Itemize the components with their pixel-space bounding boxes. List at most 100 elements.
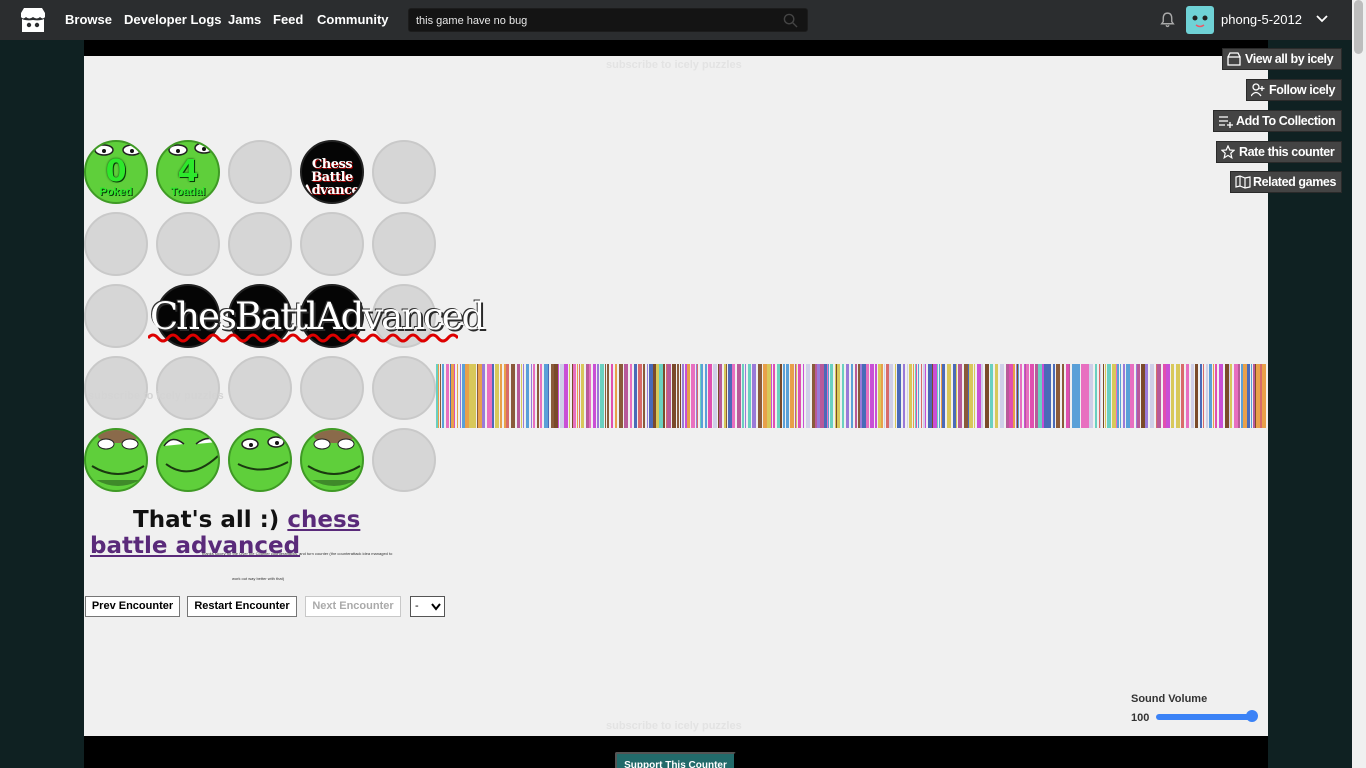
encounter-select-value: - — [415, 600, 419, 612]
stripe — [1251, 364, 1252, 428]
chevron-down-icon[interactable] — [1315, 12, 1329, 26]
stripe — [572, 364, 573, 428]
game-canvas[interactable]: subscribe to icely puzzles 0 Poked 4 Toa… — [84, 56, 1268, 736]
stripe — [895, 364, 896, 428]
stripe — [1116, 364, 1117, 428]
empty-slot[interactable] — [228, 140, 292, 204]
stripe — [600, 364, 604, 428]
stripe — [589, 364, 591, 428]
sound-volume-slider-thumb[interactable] — [1246, 710, 1258, 722]
empty-slot[interactable] — [84, 356, 148, 420]
stripe — [490, 364, 492, 428]
stripe — [1017, 364, 1018, 428]
rate-label: Rate this counter — [1239, 145, 1335, 159]
nav-browse-link[interactable]: Browse — [65, 12, 112, 27]
stripe — [523, 364, 524, 428]
stripe — [507, 364, 509, 428]
avatar-face-icon — [1192, 15, 1208, 28]
frog-face-slot[interactable] — [156, 428, 220, 492]
empty-slot[interactable] — [372, 140, 436, 204]
stripe — [1241, 364, 1243, 428]
rate-this-counter-button[interactable]: Rate this counter — [1216, 141, 1342, 163]
nav-feed-link[interactable]: Feed — [273, 12, 303, 27]
bell-icon[interactable] — [1159, 11, 1176, 28]
stripe — [1230, 364, 1232, 428]
empty-slot[interactable] — [156, 212, 220, 276]
restart-encounter-button[interactable]: Restart Encounter — [187, 596, 297, 617]
counter-poked[interactable]: 0 Poked — [84, 140, 148, 204]
add-to-collection-button[interactable]: Add To Collection — [1213, 110, 1342, 132]
stripe — [597, 364, 599, 428]
prev-encounter-button[interactable]: Prev Encounter — [85, 596, 180, 617]
nav-developer-logs-link[interactable]: Developer Logs — [124, 12, 222, 27]
stripe — [551, 364, 554, 428]
empty-slot[interactable] — [300, 212, 364, 276]
next-encounter-button[interactable]: Next Encounter — [305, 596, 401, 617]
avatar[interactable] — [1186, 6, 1214, 34]
empty-slot[interactable] — [228, 356, 292, 420]
counter-toadal[interactable]: 4 Toadal — [156, 140, 220, 204]
nav-jams-link[interactable]: Jams — [228, 12, 261, 27]
empty-slot[interactable] — [372, 356, 436, 420]
empty-slot[interactable] — [372, 428, 436, 492]
stripe — [1238, 364, 1240, 428]
view-all-by-icely-button[interactable]: View all by icely — [1222, 48, 1342, 70]
empty-slot[interactable] — [372, 212, 436, 276]
stripe — [705, 364, 707, 428]
frog-face-slot[interactable] — [84, 428, 148, 492]
search-input[interactable] — [416, 12, 776, 29]
stripe — [1026, 364, 1029, 428]
stripe — [1076, 364, 1080, 428]
stripe — [1107, 364, 1111, 428]
page-scrollbar-thumb[interactable] — [1354, 0, 1363, 54]
stripe — [777, 364, 780, 428]
stripe — [1120, 364, 1121, 428]
stripe — [465, 364, 469, 428]
stripe — [1016, 364, 1017, 428]
follow-icely-button[interactable]: Follow icely — [1246, 79, 1342, 101]
stripe — [558, 364, 559, 428]
stripe — [933, 364, 937, 428]
stripe — [1166, 364, 1170, 428]
sound-volume-slider-track[interactable] — [1156, 714, 1252, 720]
stripe — [886, 364, 889, 428]
frog-face-slot[interactable] — [300, 428, 364, 492]
related-games-button[interactable]: Related games — [1230, 171, 1342, 193]
stripe — [548, 364, 549, 428]
search-icon[interactable] — [783, 13, 798, 28]
support-this-counter-button[interactable]: Support This Counter — [615, 752, 736, 768]
stripe — [881, 364, 883, 428]
stripe — [932, 364, 933, 428]
empty-slot[interactable] — [84, 212, 148, 276]
nav-community-link[interactable]: Community — [317, 12, 389, 27]
stripe — [913, 364, 914, 428]
page-scrollbar[interactable] — [1352, 0, 1366, 768]
stripe — [462, 364, 465, 428]
stripe — [1069, 364, 1070, 428]
stripe — [875, 364, 877, 428]
chess-battle-advanced-slot[interactable]: Chess Battle Advanced — [300, 140, 364, 204]
stripe — [1024, 364, 1025, 428]
frog-face-icon — [307, 430, 361, 486]
stripe — [1260, 364, 1262, 428]
empty-slot[interactable] — [300, 356, 364, 420]
stripe — [446, 364, 449, 428]
stripe — [1229, 364, 1230, 428]
stripe — [1009, 364, 1013, 428]
username[interactable]: phong-5-2012 — [1221, 12, 1302, 27]
stripe — [581, 364, 584, 428]
itchio-logo-icon[interactable] — [18, 5, 48, 35]
encounter-select[interactable]: - — [410, 596, 445, 617]
stripe — [672, 364, 676, 428]
stripe — [806, 364, 810, 428]
stripe — [1072, 364, 1076, 428]
frog-face-slot[interactable] — [228, 428, 292, 492]
stripe — [790, 364, 793, 428]
empty-slot[interactable] — [84, 284, 148, 348]
stripe — [817, 364, 820, 428]
empty-slot[interactable] — [156, 356, 220, 420]
empty-slot[interactable] — [228, 212, 292, 276]
stripe — [1066, 364, 1069, 428]
stripe — [1219, 364, 1223, 428]
playlist-add-icon — [1219, 116, 1233, 128]
